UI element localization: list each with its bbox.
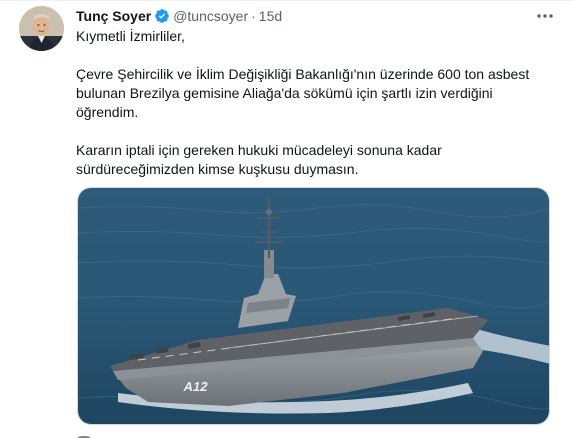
reply-icon[interactable] [76, 431, 92, 438]
tweet-photo[interactable]: A12 [77, 187, 550, 425]
tweet-paragraph-statement: Kararın iptali için gereken hukuki mücad… [76, 142, 442, 177]
aircraft-carrier-photo: A12 [78, 188, 549, 424]
separator-dot: · [251, 8, 256, 24]
display-name[interactable]: Tunç Soyer [76, 7, 151, 25]
tweet-text: Kıymetli İzmirliler, Çevre Şehircilik ve… [76, 27, 536, 179]
user-handle[interactable]: @tuncsoyer [173, 7, 248, 25]
verified-badge-icon [155, 9, 170, 23]
timestamp[interactable]: 15d [259, 7, 282, 25]
avatar[interactable] [19, 6, 64, 51]
more-options-icon[interactable] [536, 9, 554, 23]
tweet-paragraph-announcement: Çevre Şehircilik ve İklim Değişikliği Ba… [76, 66, 530, 120]
tweet-header: Tunç Soyer @tuncsoyer · 15d [76, 7, 282, 25]
avatar-image [19, 6, 64, 51]
tweet-card[interactable]: Tunç Soyer @tuncsoyer · 15d Kıymetli İzm… [0, 0, 574, 438]
tweet-paragraph-greeting: Kıymetli İzmirliler, [76, 28, 185, 44]
hull-number: A12 [182, 379, 209, 394]
